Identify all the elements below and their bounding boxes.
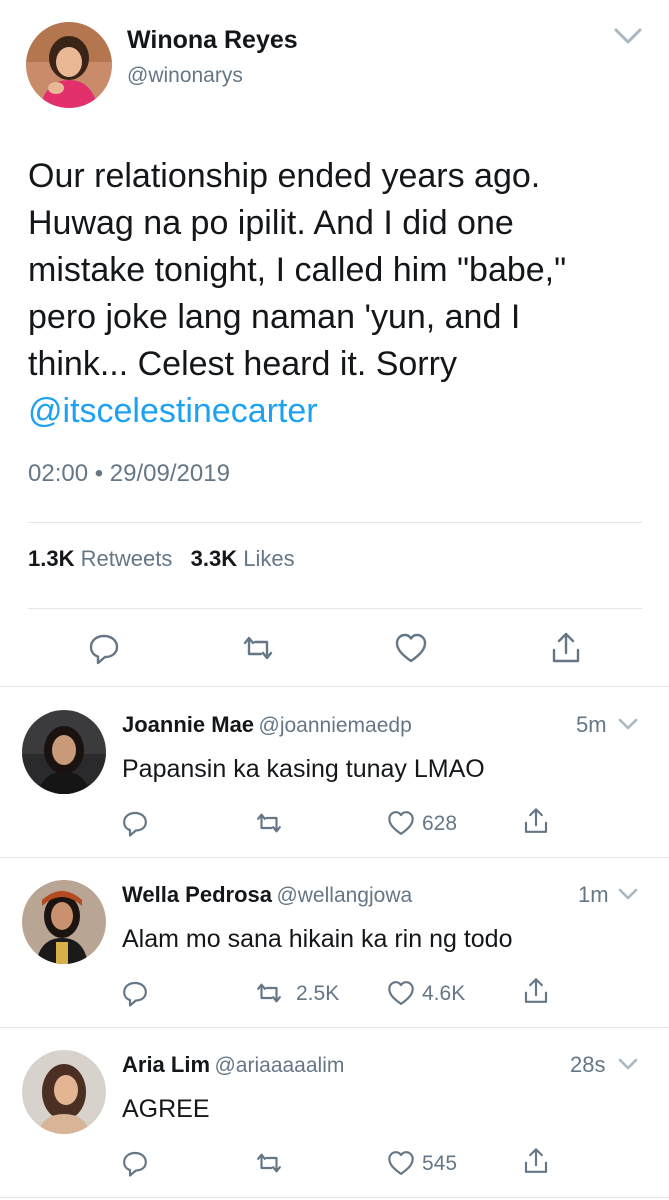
share-icon[interactable] xyxy=(521,1146,551,1176)
retweet-stat[interactable]: 1.3K Retweets xyxy=(28,546,172,571)
reply-avatar[interactable] xyxy=(22,880,106,964)
tweet-timestamp[interactable]: 02:00 • 29/09/2019 xyxy=(28,460,230,488)
retweet-icon[interactable] xyxy=(240,630,276,666)
retweet-count: 2.5K xyxy=(296,982,340,1005)
tweet-text-line: Our relationship ended years ago. xyxy=(28,157,541,195)
reply-author-handle[interactable]: @joanniemaedp xyxy=(259,714,412,737)
reply-avatar[interactable] xyxy=(22,1050,106,1134)
like-count: 628 xyxy=(422,812,458,835)
reply-icon[interactable] xyxy=(86,630,122,666)
chevron-down-icon[interactable] xyxy=(614,1054,642,1081)
divider xyxy=(0,1027,669,1028)
reply-text: Alam mo sana hikain ka rin ng todo xyxy=(122,925,513,953)
retweet-icon[interactable] xyxy=(254,1148,284,1178)
chevron-down-icon[interactable] xyxy=(614,884,642,911)
divider xyxy=(0,857,669,858)
like-icon[interactable] xyxy=(386,978,416,1008)
reply-author-name[interactable]: Wella Pedrosa xyxy=(122,882,272,907)
divider xyxy=(28,522,642,523)
reply-author-handle[interactable]: @wellangjowa xyxy=(276,884,412,907)
chevron-down-icon[interactable] xyxy=(614,714,642,741)
retweet-icon[interactable] xyxy=(254,808,284,838)
reply-header: Wella Pedrosa @wellangjowa xyxy=(122,882,412,908)
retweet-icon[interactable] xyxy=(254,978,284,1008)
share-icon[interactable] xyxy=(548,630,584,666)
tweet-text-line: pero joke lang naman 'yun, and I xyxy=(28,298,521,336)
reply-author-handle[interactable]: @ariaaaaalim xyxy=(214,1054,344,1077)
reply-time: 28s xyxy=(570,1052,606,1077)
like-icon[interactable] xyxy=(393,630,429,666)
tweet-text: Our relationship ended years ago. Huwag … xyxy=(28,153,638,435)
mention-link[interactable]: @itscelestinecarter xyxy=(28,388,638,435)
reply-icon[interactable] xyxy=(120,1148,150,1178)
reply-text: Papansin ka kasing tunay LMAO xyxy=(122,755,485,783)
tweet-text-line: think... Celest heard it. Sorry xyxy=(28,345,457,383)
share-icon[interactable] xyxy=(521,806,551,836)
author-handle[interactable]: @winonarys xyxy=(127,64,243,88)
reply-time: 1m xyxy=(578,882,609,907)
reply-header: Joannie Mae @joanniemaedp xyxy=(122,712,412,738)
reply-icon[interactable] xyxy=(120,808,150,838)
like-stat[interactable]: 3.3K Likes xyxy=(191,546,295,571)
author-avatar[interactable] xyxy=(26,22,112,108)
reply-author-name[interactable]: Joannie Mae xyxy=(122,712,254,737)
share-icon[interactable] xyxy=(521,976,551,1006)
reply-avatar[interactable] xyxy=(22,710,106,794)
like-icon[interactable] xyxy=(386,808,416,838)
tweet-stats: 1.3K Retweets 3.3K Likes xyxy=(28,546,295,572)
tweet-text-line: Huwag na po ipilit. And I did one xyxy=(28,204,514,242)
divider xyxy=(28,608,642,609)
like-icon[interactable] xyxy=(386,1148,416,1178)
divider xyxy=(0,686,669,687)
like-count: 545 xyxy=(422,1152,458,1175)
reply-icon[interactable] xyxy=(120,978,150,1008)
divider xyxy=(0,1197,669,1198)
reply-author-name[interactable]: Aria Lim xyxy=(122,1052,210,1077)
reply-time: 5m xyxy=(576,712,607,737)
chevron-down-icon[interactable] xyxy=(608,22,648,50)
reply-header: Aria Lim @ariaaaaalim xyxy=(122,1052,344,1078)
tweet-text-line: mistake tonight, I called him "babe," xyxy=(28,251,567,289)
author-name[interactable]: Winona Reyes xyxy=(127,26,298,55)
reply-text: AGREE xyxy=(122,1095,210,1123)
like-count: 4.6K xyxy=(422,982,466,1005)
